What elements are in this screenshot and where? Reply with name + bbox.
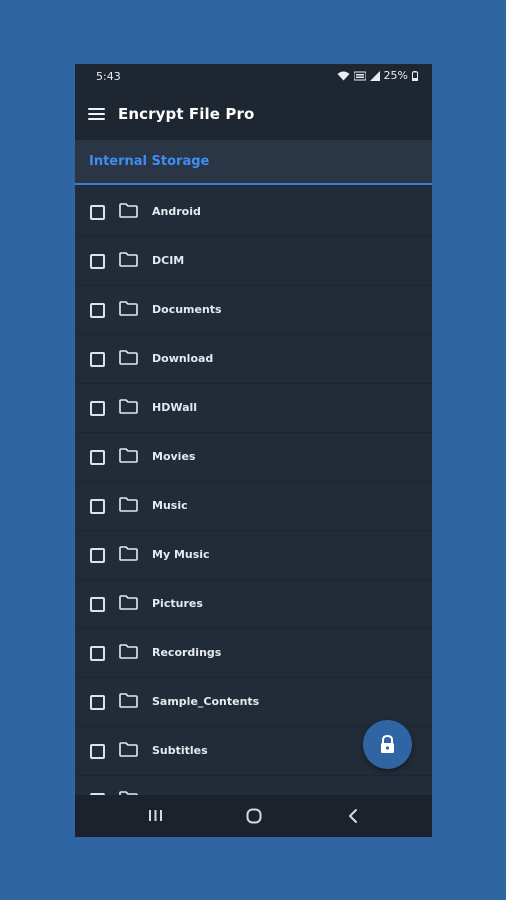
wifi-icon: [337, 71, 350, 81]
phone-screen: 5:43 25% Encrypt File Pro Internal Stora…: [75, 64, 432, 837]
folder-name: Movies: [152, 450, 196, 463]
checkbox[interactable]: [90, 646, 105, 661]
folder-name: Music: [152, 499, 188, 512]
folder-row[interactable]: DCIM: [75, 237, 432, 286]
folder-name: My Music: [152, 548, 210, 561]
status-bar: 5:43 25%: [75, 64, 432, 90]
checkbox[interactable]: [90, 401, 105, 416]
folder-name: Documents: [152, 303, 222, 316]
folder-name: Recordings: [152, 646, 222, 659]
status-time: 5:43: [96, 70, 121, 83]
battery-percent: 25%: [383, 69, 408, 82]
folder-row[interactable]: Pictures: [75, 580, 432, 629]
folder-row[interactable]: Movies: [75, 433, 432, 482]
folder-icon: [119, 595, 138, 614]
folder-name: Android: [152, 205, 201, 218]
back-icon[interactable]: [347, 808, 359, 828]
checkbox[interactable]: [90, 597, 105, 612]
status-icons: 25%: [337, 69, 418, 82]
checkbox[interactable]: [90, 548, 105, 563]
folder-icon: [119, 252, 138, 271]
folder-icon: [119, 644, 138, 663]
folder-row[interactable]: Sample_Contents: [75, 678, 432, 727]
folder-icon: [119, 301, 138, 320]
battery-icon: [412, 70, 418, 81]
folder-row[interactable]: Recordings: [75, 629, 432, 678]
lock-icon: [381, 734, 394, 753]
folder-icon: [119, 203, 138, 222]
folder-row[interactable]: HDWall: [75, 384, 432, 433]
folder-row[interactable]: [75, 776, 432, 795]
location-header: Internal Storage: [75, 140, 432, 185]
folder-icon: [119, 693, 138, 712]
location-label: Internal Storage: [89, 154, 210, 169]
checkbox[interactable]: [90, 352, 105, 367]
encrypt-fab-button[interactable]: [363, 720, 412, 769]
signal-icon: [369, 70, 380, 81]
recent-apps-icon[interactable]: [148, 808, 163, 827]
checkbox[interactable]: [90, 695, 105, 710]
folder-row[interactable]: Android: [75, 188, 432, 237]
checkbox[interactable]: [90, 744, 105, 759]
folder-name: HDWall: [152, 401, 198, 414]
folder-list: Android DCIM Documents Download HDWall M…: [75, 188, 432, 795]
folder-name: Subtitles: [152, 744, 208, 757]
folder-name: Pictures: [152, 597, 203, 610]
folder-row[interactable]: Download: [75, 335, 432, 384]
folder-icon: [119, 497, 138, 516]
volte-icon: [353, 71, 366, 81]
folder-icon: [119, 742, 138, 761]
system-nav-bar: [75, 795, 432, 837]
folder-name: Sample_Contents: [152, 695, 260, 708]
app-title: Encrypt File Pro: [118, 105, 255, 123]
folder-name: DCIM: [152, 254, 185, 267]
folder-icon: [119, 399, 138, 418]
checkbox[interactable]: [90, 205, 105, 220]
folder-icon: [119, 546, 138, 565]
checkbox[interactable]: [90, 499, 105, 514]
checkbox[interactable]: [90, 303, 105, 318]
folder-icon: [119, 448, 138, 467]
folder-icon: [119, 350, 138, 369]
folder-row[interactable]: Music: [75, 482, 432, 531]
folder-row[interactable]: My Music: [75, 531, 432, 580]
checkbox[interactable]: [90, 254, 105, 269]
checkbox[interactable]: [90, 450, 105, 465]
app-bar: Encrypt File Pro: [75, 90, 432, 140]
home-icon[interactable]: [246, 808, 262, 828]
folder-row[interactable]: Documents: [75, 286, 432, 335]
folder-name: Download: [152, 352, 214, 365]
hamburger-menu-icon[interactable]: [88, 108, 105, 122]
